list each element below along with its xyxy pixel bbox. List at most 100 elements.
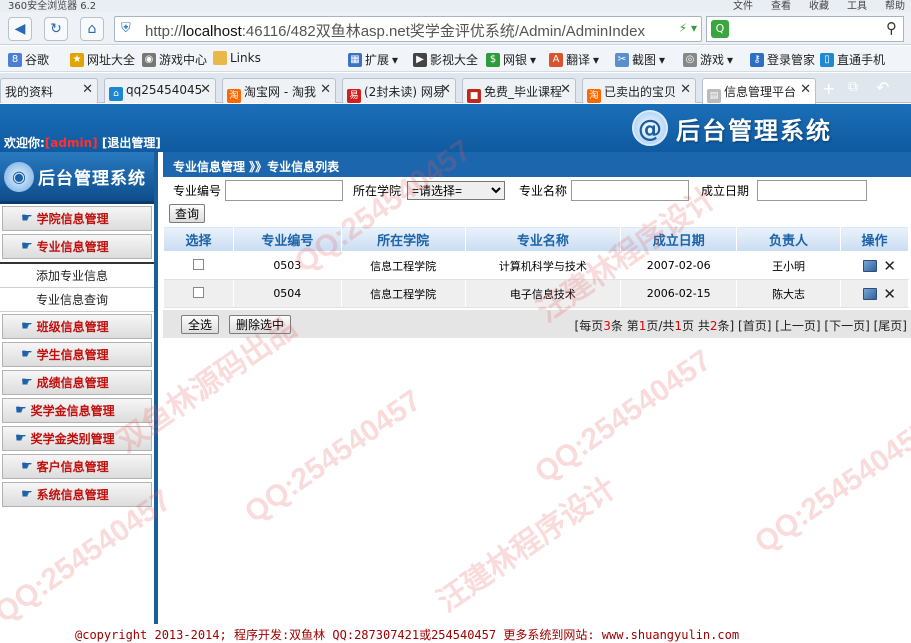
bookmark-games[interactable]: ◉ 游戏中心 — [142, 51, 207, 68]
search-engine-icon[interactable]: Q — [711, 20, 729, 38]
sidebar-item-score[interactable]: ☛ 成绩信息管理 — [2, 370, 152, 395]
query-button[interactable]: 查询 — [169, 204, 206, 223]
refresh-button[interactable]: ↻ — [44, 17, 68, 41]
first-page-link[interactable]: [首页] — [738, 319, 771, 333]
sidebar-subitem-query-major[interactable]: 专业信息查询 — [0, 288, 154, 312]
menu-file[interactable]: 文件 — [733, 0, 753, 12]
home-button[interactable]: ⌂ — [80, 17, 104, 41]
bookmark-bank[interactable]: $ 网银 ▾ — [486, 51, 536, 68]
lightning-icon[interactable]: ⚡ ▾ — [679, 21, 697, 35]
menu-view[interactable]: 查看 — [771, 0, 791, 12]
close-icon[interactable]: ✕ — [82, 82, 93, 97]
google-icon: 8 — [8, 52, 22, 67]
sidebar-subitem-add-major[interactable]: 添加专业信息 — [0, 264, 154, 288]
date-input[interactable] — [757, 180, 868, 201]
back-button[interactable]: ◀ — [8, 17, 32, 41]
major-table: 选择 专业编号 所在学院 专业名称 成立日期 负责人 操作 0503 信息工程学… — [163, 226, 910, 308]
home-icon: ⌂ — [87, 21, 97, 37]
row-checkbox[interactable] — [192, 258, 204, 270]
close-icon[interactable]: ✕ — [320, 82, 331, 97]
sidebar-item-customer[interactable]: ☛ 客户信息管理 — [2, 454, 152, 479]
edit-icon[interactable] — [863, 259, 878, 272]
cell-code: 0503 — [233, 251, 342, 280]
tab-admin-active[interactable]: ▤ 信息管理平台 ✕ — [702, 78, 816, 104]
tab-qq[interactable]: ⌂ qq25454045 ✕ — [104, 78, 216, 103]
sidebar-item-scholarship[interactable]: ☛ 奖学金信息管理 — [2, 398, 152, 423]
sidebar-item-major[interactable]: ☛ 专业信息管理 — [2, 234, 152, 259]
browser-navbar: ◀ ↻ ⌂ ⛨ http://localhost:46116/482双鱼林asp… — [0, 12, 911, 45]
menu-tools[interactable]: 工具 — [847, 0, 867, 12]
bookmark-sites[interactable]: ★ 网址大全 — [70, 51, 135, 68]
username: [admin] — [44, 136, 98, 150]
search-box[interactable]: Q ⚲ — [706, 16, 904, 42]
prev-page-link[interactable]: [上一页] — [775, 319, 820, 333]
play-icon: ▶ — [413, 52, 427, 67]
bookmark-game[interactable]: ◎ 游戏 ▾ — [683, 51, 733, 68]
close-icon[interactable]: ✕ — [560, 82, 571, 97]
tab-sold[interactable]: 淘已卖出的宝贝 ✕ — [582, 78, 696, 103]
menu-help[interactable]: 帮助 — [885, 0, 905, 12]
menu-favorites[interactable]: 收藏 — [809, 0, 829, 12]
table-header-row: 选择 专业编号 所在学院 专业名称 成立日期 负责人 操作 — [163, 226, 910, 252]
bookmark-login[interactable]: ⚷ 登录管家 — [750, 51, 815, 68]
bookmark-screenshot[interactable]: ✂ 截图 ▾ — [615, 51, 665, 68]
select-all-button[interactable]: 全选 — [181, 314, 220, 334]
hand-pointer-icon: ☛ — [21, 239, 33, 254]
close-icon[interactable]: ✕ — [440, 82, 451, 97]
bookmark-extensions[interactable]: ▦ 扩展 ▾ — [348, 51, 398, 68]
scissors-icon: ✂ — [615, 52, 629, 67]
next-page-link[interactable]: [下一页] — [824, 319, 869, 333]
close-icon[interactable]: ✕ — [800, 82, 811, 97]
close-icon[interactable]: ✕ — [200, 82, 211, 97]
bookmark-google[interactable]: 8 谷歌 — [8, 51, 49, 68]
sidebar-item-system[interactable]: ☛ 系统信息管理 — [2, 482, 152, 507]
bookmark-phone[interactable]: ▯ 直通手机 — [820, 51, 885, 68]
sidebar-item-student[interactable]: ☛ 学生信息管理 — [2, 342, 152, 367]
page-icon: ▤ — [707, 89, 721, 103]
close-icon[interactable]: ✕ — [680, 82, 691, 97]
code-input[interactable] — [225, 180, 344, 201]
college-label: 所在学院 — [353, 184, 402, 198]
sidebar-item-scholarship-type[interactable]: ☛ 奖学金类别管理 — [2, 426, 152, 451]
delete-selected-button[interactable]: 删除选中 — [229, 314, 292, 334]
row-checkbox[interactable] — [192, 286, 204, 298]
bookmark-translate[interactable]: A 翻译 ▾ — [549, 51, 599, 68]
sidebar-item-class[interactable]: ☛ 班级信息管理 — [2, 314, 152, 339]
cell-owner: 陈大志 — [736, 279, 841, 308]
tab-mail[interactable]: 易 (2封未读) 网易 ✕ — [342, 78, 456, 103]
filter-bar: 专业编号 所在学院 =请选择= 专业名称 成立日期 — [163, 177, 911, 204]
money-icon: $ — [486, 52, 500, 67]
bookmark-video[interactable]: ▶ 影视大全 — [413, 51, 478, 68]
cell-date: 2006-02-15 — [620, 279, 738, 308]
mail-icon: 易 — [347, 89, 361, 103]
search-icon[interactable]: ⚲ — [886, 19, 897, 37]
name-input[interactable] — [571, 180, 690, 201]
tab-taobao[interactable]: 淘淘宝网 - 淘我 ✕ — [222, 78, 336, 103]
delete-icon[interactable]: ✕ — [883, 257, 896, 275]
sidebar-title: 后台管理系统 — [38, 169, 146, 189]
restore-tab-icon[interactable]: ⧉ — [848, 79, 858, 95]
last-page-link[interactable]: [尾页] — [874, 319, 907, 333]
logout-link[interactable]: [退出管理] — [102, 136, 161, 150]
delete-icon[interactable]: ✕ — [883, 285, 896, 303]
tab-strip: 我的资料 ✕ ⌂ qq25454045 ✕ 淘淘宝网 - 淘我 ✕ 易 (2封未读) 网易… — [0, 73, 911, 104]
app-header: 欢迎你:[admin] [退出管理] @ 后台管理系统 — [0, 104, 911, 152]
bookmark-links[interactable]: Links — [213, 51, 261, 65]
tab-course[interactable]: ■ 免费_毕业课程 ✕ — [462, 78, 576, 103]
undo-close-icon[interactable]: ↶ — [876, 78, 889, 97]
site-icon: ■ — [467, 89, 481, 103]
col-select: 选择 — [163, 226, 234, 252]
new-tab-icon[interactable]: + — [822, 79, 835, 98]
house-icon: ⌂ — [109, 87, 123, 101]
browser-titlebar: 360安全浏览器 6.2 文件 查看 收藏 工具 帮助 — [0, 0, 911, 12]
bookmarks-bar: 8 谷歌 ★ 网址大全 ◉ 游戏中心 Links ▦ 扩展 ▾ ▶ 影视大全 $ 网银 ▾ … — [0, 46, 911, 72]
address-url[interactable]: http://localhost:46116/482双鱼林asp.net奖学金评… — [145, 20, 645, 41]
college-select[interactable]: =请选择= — [407, 181, 506, 200]
cell-code: 0504 — [233, 279, 342, 308]
welcome-text: 欢迎你:[admin] [退出管理] — [4, 136, 161, 150]
back-arrow-icon: ◀ — [14, 21, 26, 37]
edit-icon[interactable] — [863, 287, 878, 300]
tab-profile[interactable]: 我的资料 ✕ — [0, 78, 98, 103]
address-bar[interactable]: ⛨ http://localhost:46116/482双鱼林asp.net奖学… — [114, 16, 702, 42]
sidebar-item-college[interactable]: ☛ 学院信息管理 — [2, 206, 152, 231]
